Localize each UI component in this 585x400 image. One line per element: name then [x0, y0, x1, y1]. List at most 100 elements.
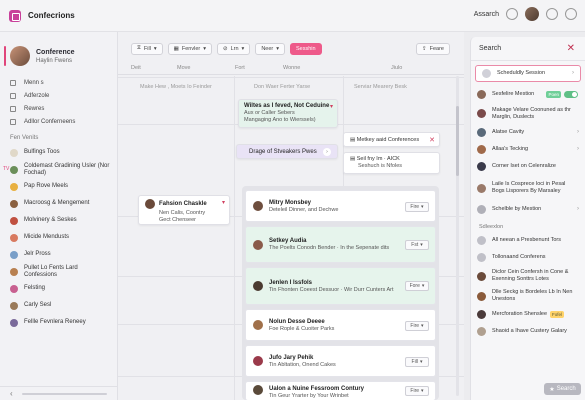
speaker-dropdown-label: Fire — [410, 204, 420, 210]
nav-item-adferzole[interactable]: Adferzole — [0, 89, 117, 102]
result-item[interactable]: Sesfelire Mestion Poen — [471, 86, 585, 103]
fill-button-label: Fill — [143, 45, 151, 52]
speaker-avatar — [253, 239, 263, 250]
result-item[interactable]: Alatse Cavity › — [471, 124, 585, 141]
fashion-header: Fahsion Chaskle — [145, 199, 224, 209]
fashion-card[interactable]: Fahsion Chaskle Nen Calis, Coontry Gect … — [138, 195, 230, 225]
speaker-dropdown[interactable]: Fst ▾ — [405, 240, 429, 250]
session-card[interactable]: Wiltes as I feved, Not Ceduine Aux or Ca… — [238, 99, 338, 128]
session-title: Wiltes as I feved, Not Ceduine — [244, 103, 330, 109]
result-item[interactable]: Scheduldly Session › — [475, 65, 581, 82]
venue-item[interactable]: TV Coldemast Gradining Usler (Nor Fochad) — [0, 161, 117, 178]
profile-card[interactable]: Conference Haylin Fwens — [0, 32, 117, 76]
link-button[interactable]: ⊘ Lrn ▾ — [216, 42, 251, 55]
main-schedule: ⧖ Fill ▾ ▦ Fenvler ▾ ⊘ Lrn ▾ Neer ▾ Sesshin ⇪ Fe… — [118, 32, 464, 400]
venue-item[interactable]: Molvinery & Seskes — [0, 212, 117, 229]
subcolumn-header: Make Hew , Moets Io Feinder — [140, 84, 212, 90]
venue-item[interactable]: Pap Rove Meels — [0, 178, 117, 195]
venue-item[interactable]: Fellle Fevnlera Reneey — [0, 314, 117, 331]
speaker-dropdown-label: Fore — [409, 283, 420, 289]
speaker-card[interactable]: Jenlen I Issfols Tin Fhonten Coeest Dessu… — [245, 267, 436, 305]
venue-item[interactable]: Carly Sesl — [0, 297, 117, 314]
venue-item[interactable]: Bulfings Toos — [0, 144, 117, 161]
profile-name: Conference — [36, 48, 75, 56]
chevron-icon[interactable]: › — [323, 148, 331, 156]
speaker-avatar — [253, 320, 263, 330]
venue-item[interactable]: Macroosg & Mengement — [0, 195, 117, 212]
sell-title: ▤ Seil fny Im · AICK — [350, 156, 434, 162]
search-icon[interactable] — [506, 8, 518, 20]
chevron-down-icon[interactable]: ▾ — [330, 103, 333, 110]
speaker-dropdown[interactable]: Fore ▾ — [405, 281, 429, 291]
speaker-dropdown[interactable]: Fire ▾ — [405, 386, 429, 396]
result-item[interactable]: Corner Iset on Celenralize — [471, 158, 585, 175]
new-button[interactable]: Neer ▾ — [255, 42, 285, 55]
session-card[interactable]: Drage of Stveakers Pwes › — [236, 144, 338, 159]
main-scrollbar[interactable] — [456, 76, 459, 396]
close-icon[interactable]: ✕ — [429, 136, 435, 144]
active-indicator — [4, 46, 6, 66]
app-logo-icon — [9, 9, 21, 22]
result-item[interactable]: Laile Is Cosprece loci in Pesal Bogs Lis… — [471, 175, 585, 201]
venue-icon — [10, 250, 18, 259]
speaker-card[interactable]: Nolun Desse Deeee Foe Rople & Cuoiter Par… — [245, 309, 436, 341]
result-item[interactable]: Allaa's Tecking › — [471, 141, 585, 158]
chevron-down-icon[interactable]: ▾ — [222, 199, 225, 206]
speaker-card[interactable]: Jufo Jary Pehik Tin Abltation, Onend Cake… — [245, 345, 436, 377]
venue-item[interactable]: Felsting — [0, 280, 117, 297]
status-badge: Fofel — [550, 311, 565, 318]
result-item[interactable]: Shaoid a Ihave Custery Galary — [471, 323, 585, 340]
meetup-card[interactable]: ▤ Metkey aaid Conferences ✕ — [343, 132, 440, 147]
vendor-button[interactable]: ▦ Fenvler ▾ — [167, 42, 212, 55]
search-input[interactable]: Search ✕ — [471, 37, 585, 61]
result-label: Tollonaand Conferens — [492, 254, 546, 260]
result-item[interactable]: Makage Velare Coonuned as thr Marglin, D… — [471, 103, 585, 124]
bell-icon[interactable] — [546, 8, 558, 20]
nav-item-menus[interactable]: Menn s — [0, 76, 117, 89]
speaker-dropdown[interactable]: Fill ▾ — [405, 357, 429, 367]
speaker-detail: Deteleil Dinner, and Dechwe — [269, 206, 339, 213]
share-button-label: Feare — [429, 46, 444, 52]
venue-item[interactable]: Jelr Pross — [0, 246, 117, 263]
search-link[interactable]: Assarch — [474, 11, 499, 18]
session-button-label: Sesshin — [296, 45, 316, 52]
result-item[interactable]: Dlle Seckg is Bordeles Lb In Nen Uneston… — [471, 286, 585, 306]
result-item[interactable]: All neean a Presbenunt Tors — [471, 232, 585, 249]
speaker-card[interactable]: Mitry Monsbey Deteleil Dinner, and Dechwe… — [245, 190, 436, 222]
close-icon[interactable]: ✕ — [567, 43, 575, 54]
sell-card[interactable]: ▤ Seil fny Im · AICK Seshuch is Nfoles — [343, 152, 440, 174]
settings-icon[interactable] — [565, 8, 577, 20]
speaker-card[interactable]: Setkey Audia The Poelts Conodn Bender · I… — [245, 226, 436, 263]
speaker-detail: Tin Abltation, Onend Cakes — [269, 361, 336, 368]
chevron-down-icon: ▾ — [420, 242, 423, 248]
speaker-dropdown-label: Fire — [410, 323, 420, 329]
venue-label: Coldemast Gradining Usler (Nor Fochad) — [24, 162, 110, 176]
speaker-dropdown[interactable]: Fire ▾ — [405, 202, 429, 212]
chevron-left-icon[interactable]: ‹ — [10, 389, 13, 398]
chevron-right-icon: › — [577, 206, 579, 212]
nav-item-conferences[interactable]: Adllor Conferneens — [0, 115, 117, 128]
venue-item[interactable]: Pullet Lo Fents Lard Confessions — [0, 263, 117, 280]
session-button[interactable]: Sesshin — [290, 42, 322, 55]
result-item[interactable]: Schelble by Mestion › — [471, 201, 585, 218]
speaker-dropdown[interactable]: Fire ▾ — [405, 321, 429, 331]
user-avatar[interactable] — [525, 7, 539, 21]
nav-item-rewres[interactable]: Rewres — [0, 102, 117, 115]
scrollbar-thumb[interactable] — [456, 106, 459, 176]
speaker-card[interactable]: Ualon a Nuine Fessroom Contury Tin Geur Y… — [245, 381, 436, 400]
result-item[interactable]: Mercforation Shenslee Fofel — [471, 306, 585, 323]
fill-button[interactable]: ⧖ Fill ▾ — [131, 42, 163, 55]
sidebar-scrollbar[interactable] — [22, 393, 107, 395]
result-item[interactable]: Diclor Cein Confersh in Cone & Exenning … — [471, 266, 585, 286]
subcolumn-header: Serviar Mearery Besk — [354, 84, 407, 90]
result-item[interactable]: Tollonaand Conferens — [471, 249, 585, 266]
venue-item[interactable]: Micide Mendusts — [0, 229, 117, 246]
toggle-switch[interactable] — [564, 91, 578, 98]
result-label: All neean a Presbenunt Tors — [492, 237, 561, 243]
chevron-down-icon: ▾ — [421, 323, 424, 329]
share-button[interactable]: ⇪ Feare — [416, 43, 450, 55]
sell-title-text: Seil fny Im · AICK — [356, 156, 400, 162]
search-button[interactable]: ★ Search — [544, 383, 581, 395]
chevron-down-icon: ▾ — [419, 359, 423, 365]
venue-icon — [10, 267, 18, 276]
